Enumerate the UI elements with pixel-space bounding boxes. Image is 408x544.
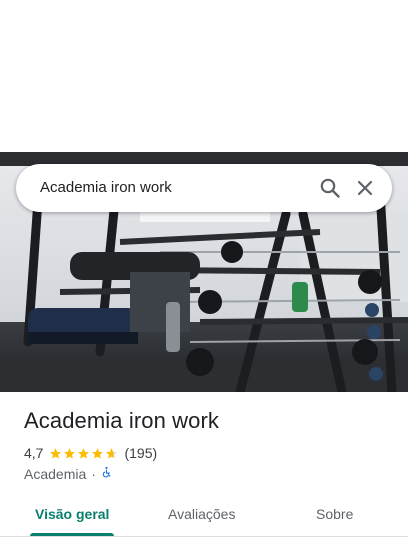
search-bar[interactable]: Academia iron work (16, 164, 392, 212)
review-count[interactable]: (195) (124, 445, 157, 461)
tabs-divider (0, 536, 408, 537)
star-icon (50, 447, 62, 459)
rating-stars (49, 447, 119, 460)
star-icon (92, 447, 104, 459)
category-row: Academia · (24, 465, 113, 483)
separator-dot: · (91, 466, 96, 482)
search-input[interactable]: Academia iron work (40, 179, 172, 196)
place-tabs: Visão geral Avaliações Sobre (0, 496, 408, 540)
rating-value: 4,7 (24, 445, 44, 461)
place-title: Academia iron work (24, 408, 219, 433)
search-icon[interactable] (318, 176, 342, 200)
map-area (0, 0, 408, 152)
rating-row[interactable]: 4,7 (195) (24, 444, 157, 462)
star-icon (64, 447, 76, 459)
close-icon[interactable] (353, 176, 377, 200)
star-icon (78, 447, 90, 459)
tab-reviews[interactable]: Avaliações (168, 506, 235, 522)
star-half-icon (106, 447, 118, 459)
tab-about[interactable]: Sobre (316, 506, 353, 522)
wheelchair-icon (100, 466, 113, 482)
place-category: Academia (24, 466, 87, 482)
tab-overview[interactable]: Visão geral (35, 506, 109, 522)
